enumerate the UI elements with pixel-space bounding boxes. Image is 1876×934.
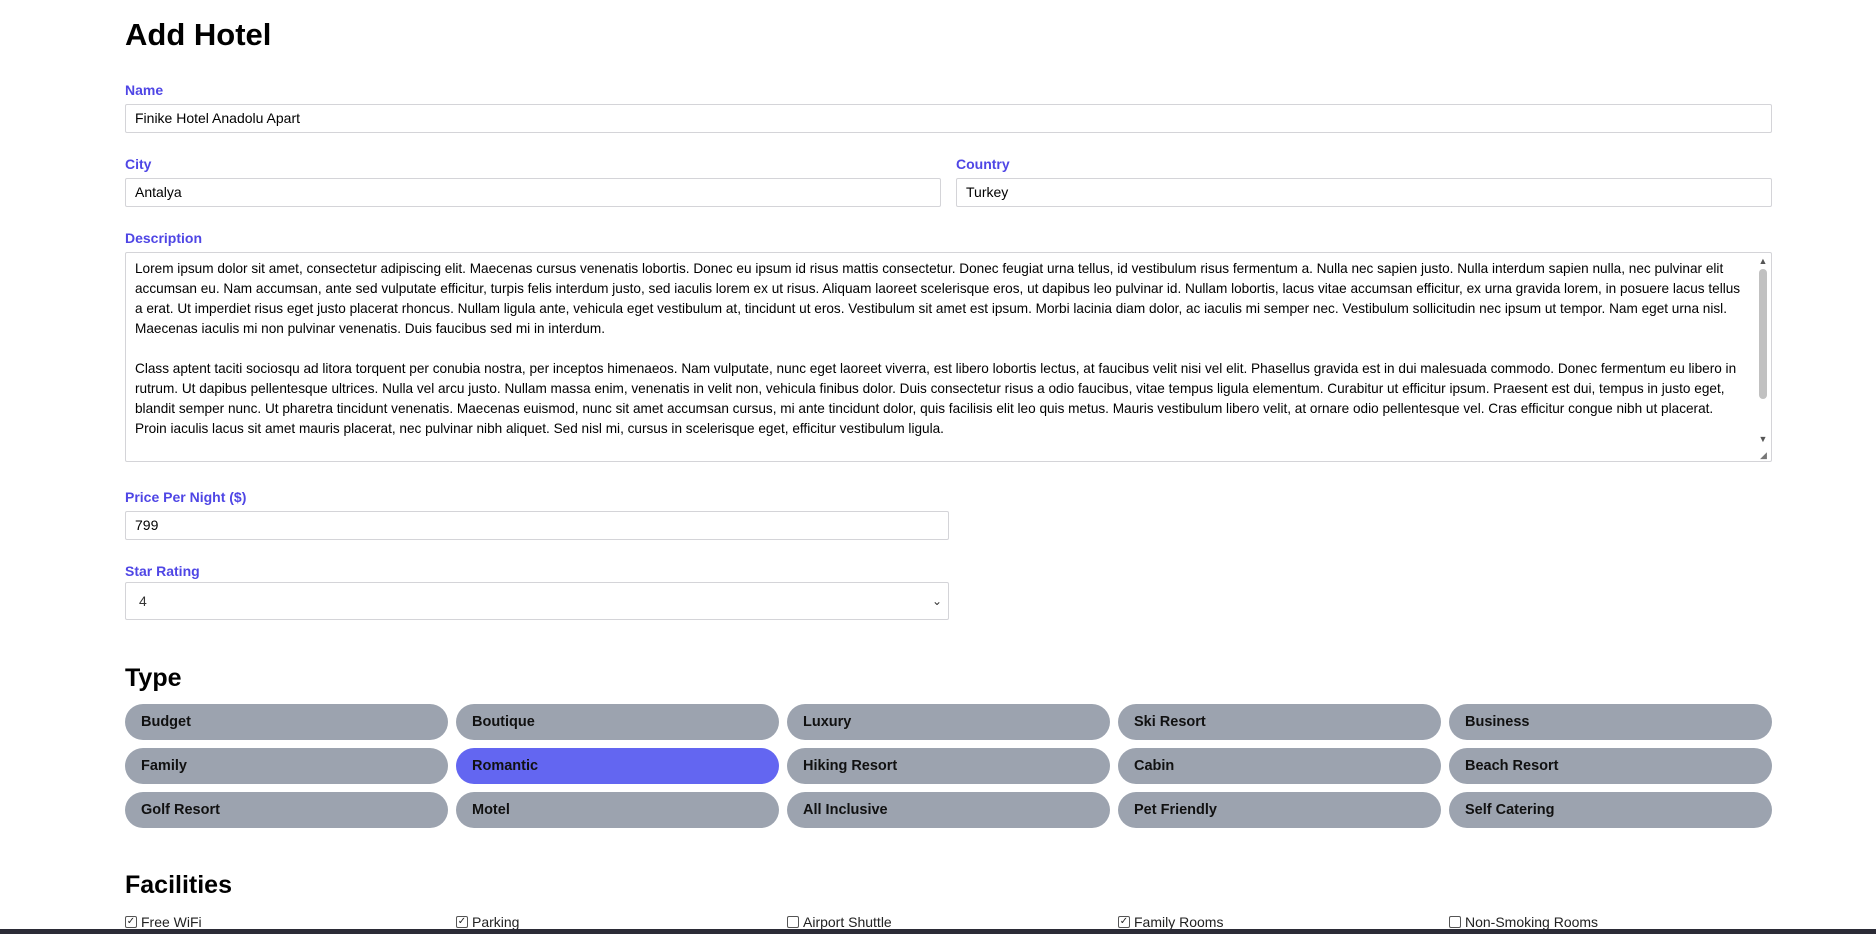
country-input[interactable]: Turkey xyxy=(956,178,1772,207)
facility-checkbox[interactable] xyxy=(787,916,799,928)
city-label: City xyxy=(125,156,152,172)
type-option-luxury[interactable]: Luxury xyxy=(787,704,1110,740)
type-option-motel[interactable]: Motel xyxy=(456,792,779,828)
description-scrollbar[interactable]: ▲ ▼ xyxy=(1757,255,1769,445)
city-input[interactable]: Antalya xyxy=(125,178,941,207)
type-section-title: Type xyxy=(125,664,182,692)
description-textarea[interactable]: Lorem ipsum dolor sit amet, consectetur … xyxy=(125,252,1772,462)
star-rating-label: Star Rating xyxy=(125,563,200,579)
resize-grip-icon[interactable]: ◢ xyxy=(1760,450,1770,460)
type-option-boutique[interactable]: Boutique xyxy=(456,704,779,740)
description-paragraph: Class aptent taciti sociosqu ad litora t… xyxy=(135,361,1737,436)
scroll-up-arrow-icon[interactable]: ▲ xyxy=(1757,255,1769,267)
page-title: Add Hotel xyxy=(125,17,272,52)
star-rating-value: 4 xyxy=(139,593,147,609)
scroll-down-arrow-icon[interactable]: ▼ xyxy=(1757,433,1769,445)
window-bottom-edge xyxy=(0,929,1876,934)
scroll-thumb[interactable] xyxy=(1759,269,1767,399)
type-option-self-catering[interactable]: Self Catering xyxy=(1449,792,1772,828)
type-option-cabin[interactable]: Cabin xyxy=(1118,748,1441,784)
type-option-romantic[interactable]: Romantic xyxy=(456,748,779,784)
name-label: Name xyxy=(125,82,164,98)
facility-checkbox[interactable]: ✓ xyxy=(1118,916,1130,928)
type-option-budget[interactable]: Budget xyxy=(125,704,448,740)
type-option-business[interactable]: Business xyxy=(1449,704,1772,740)
price-label: Price Per Night ($) xyxy=(125,489,247,505)
type-option-pet-friendly[interactable]: Pet Friendly xyxy=(1118,792,1441,828)
chevron-down-icon: ⌄ xyxy=(931,594,942,608)
description-paragraph: Lorem ipsum dolor sit amet, consectetur … xyxy=(135,261,1741,336)
type-option-family[interactable]: Family xyxy=(125,748,448,784)
country-label: Country xyxy=(956,156,1010,172)
type-option-beach-resort[interactable]: Beach Resort xyxy=(1449,748,1772,784)
facility-checkbox[interactable]: ✓ xyxy=(456,916,468,928)
type-option-ski-resort[interactable]: Ski Resort xyxy=(1118,704,1441,740)
facility-checkbox[interactable] xyxy=(1449,916,1461,928)
facilities-section-title: Facilities xyxy=(125,871,232,899)
price-input[interactable]: 799 xyxy=(125,511,949,540)
type-option-hiking-resort[interactable]: Hiking Resort xyxy=(787,748,1110,784)
type-option-all-inclusive[interactable]: All Inclusive xyxy=(787,792,1110,828)
type-option-golf-resort[interactable]: Golf Resort xyxy=(125,792,448,828)
facility-checkbox[interactable]: ✓ xyxy=(125,916,137,928)
star-rating-select[interactable]: 4 ⌄ xyxy=(125,582,949,620)
description-label: Description xyxy=(125,230,203,246)
name-input[interactable]: Finike Hotel Anadolu Apart xyxy=(125,104,1772,133)
type-options: Budget Boutique Luxury Ski Resort Business Fa… xyxy=(125,704,1773,828)
